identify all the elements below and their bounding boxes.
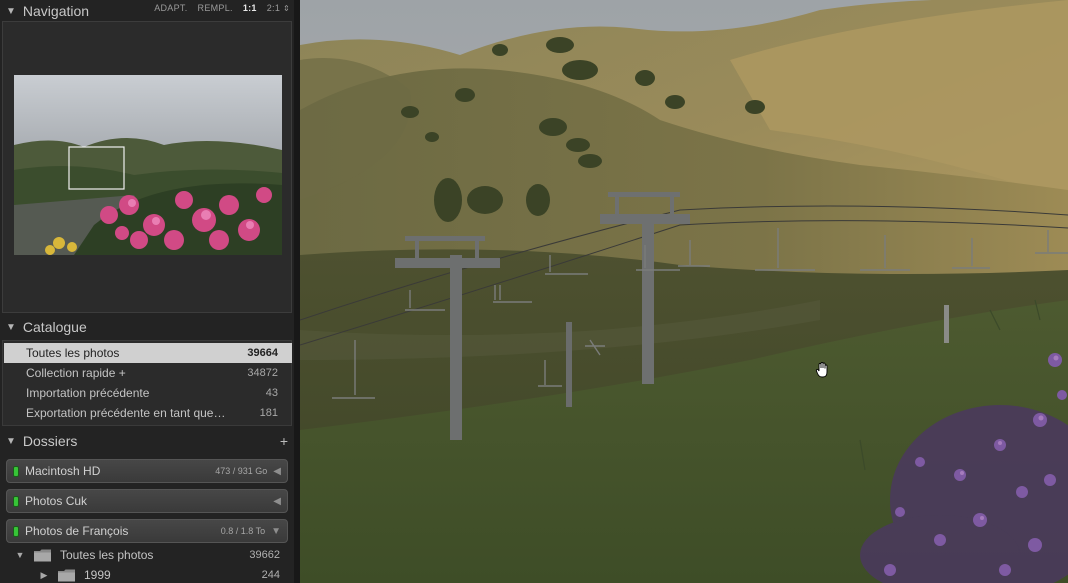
volume-name: Photos de François (25, 524, 129, 538)
catalogue-item-previous-export[interactable]: Exportation précédente en tant que… 181 (4, 403, 292, 423)
catalogue-header[interactable]: ▼ Catalogue (0, 316, 298, 338)
catalogue-item-previous-import[interactable]: Importation précédente 43 (4, 383, 292, 403)
zoom-2-1[interactable]: 2:1 ⇕ (267, 3, 290, 13)
add-folder-button[interactable]: + (280, 433, 288, 449)
volume-photos-cuk[interactable]: Photos Cuk ◀ (6, 489, 288, 513)
volume-size: 0.8 / 1.8 To (220, 526, 266, 536)
triangle-right-icon[interactable]: ▶ (38, 570, 50, 581)
triangle-left-icon[interactable]: ◀ (273, 496, 281, 507)
hand-grab-icon (815, 362, 828, 378)
folder-count: 39662 (249, 549, 280, 561)
online-led-icon (14, 496, 18, 506)
folder-count: 244 (261, 569, 280, 581)
zoom-1-1[interactable]: 1:1 (243, 3, 257, 13)
online-led-icon (14, 526, 18, 536)
catalogue-item-count: 181 (259, 407, 278, 419)
zoom-rempl[interactable]: REMPL. (198, 3, 233, 13)
triangle-down-icon[interactable]: ▼ (14, 550, 26, 560)
folder-row-1999[interactable]: ▶ 1999 244 (4, 565, 292, 583)
left-panel: ▼ Navigation ADAPT. REMPL. 1:1 2:1 ⇕ ▼ C… (0, 0, 298, 583)
catalogue-title: Catalogue (22, 319, 87, 335)
catalogue-item-label: Collection rapide + (26, 366, 126, 380)
folder-icon (58, 569, 75, 581)
catalogue-item-label: Exportation précédente en tant que… (26, 406, 226, 420)
folder-name: 1999 (84, 568, 111, 582)
catalogue-item-count: 34872 (247, 367, 278, 379)
navigation-title: Navigation (22, 3, 90, 19)
up-down-icon: ⇕ (282, 4, 290, 13)
triangle-down-icon[interactable]: ▼ (6, 322, 16, 333)
volume-macintosh-hd[interactable]: Macintosh HD 473 / 931 Go ◀ (6, 459, 288, 483)
folder-row-all-photos[interactable]: ▼ Toutes les photos 39662 (4, 545, 292, 565)
navigation-header[interactable]: ▼ Navigation ADAPT. REMPL. 1:1 2:1 ⇕ (0, 0, 298, 22)
triangle-down-icon[interactable]: ▼ (271, 526, 281, 537)
catalogue-item-label: Importation précédente (26, 386, 150, 400)
triangle-left-icon[interactable]: ◀ (273, 466, 281, 477)
catalogue-item-label: Toutes les photos (26, 346, 120, 360)
catalogue-item-count: 43 (265, 387, 278, 399)
volume-photos-de-francois[interactable]: Photos de François 0.8 / 1.8 To ▼ (6, 519, 288, 543)
folder-name: Toutes les photos (60, 548, 154, 562)
dossiers-title: Dossiers (22, 433, 78, 449)
online-led-icon (14, 466, 18, 476)
volume-name: Macintosh HD (25, 464, 101, 478)
folder-icon (34, 549, 51, 561)
zoom-options: ADAPT. REMPL. 1:1 2:1 ⇕ (154, 3, 290, 13)
navigator-thumbnail[interactable] (14, 75, 282, 255)
navigator-panel (2, 21, 292, 313)
catalogue-item-count: 39664 (247, 347, 278, 359)
volume-size: 473 / 931 Go (215, 466, 268, 476)
dossiers-header[interactable]: ▼ Dossiers + (0, 430, 298, 452)
triangle-down-icon[interactable]: ▼ (6, 436, 16, 447)
catalogue-item-quick-collection[interactable]: Collection rapide + 34872 (4, 363, 292, 383)
volume-name: Photos Cuk (25, 494, 88, 508)
triangle-down-icon[interactable]: ▼ (6, 6, 16, 17)
photo-viewer[interactable] (300, 0, 1068, 583)
zoom-adapt[interactable]: ADAPT. (154, 3, 187, 13)
catalogue-item-all-photos[interactable]: Toutes les photos 39664 (4, 343, 292, 363)
